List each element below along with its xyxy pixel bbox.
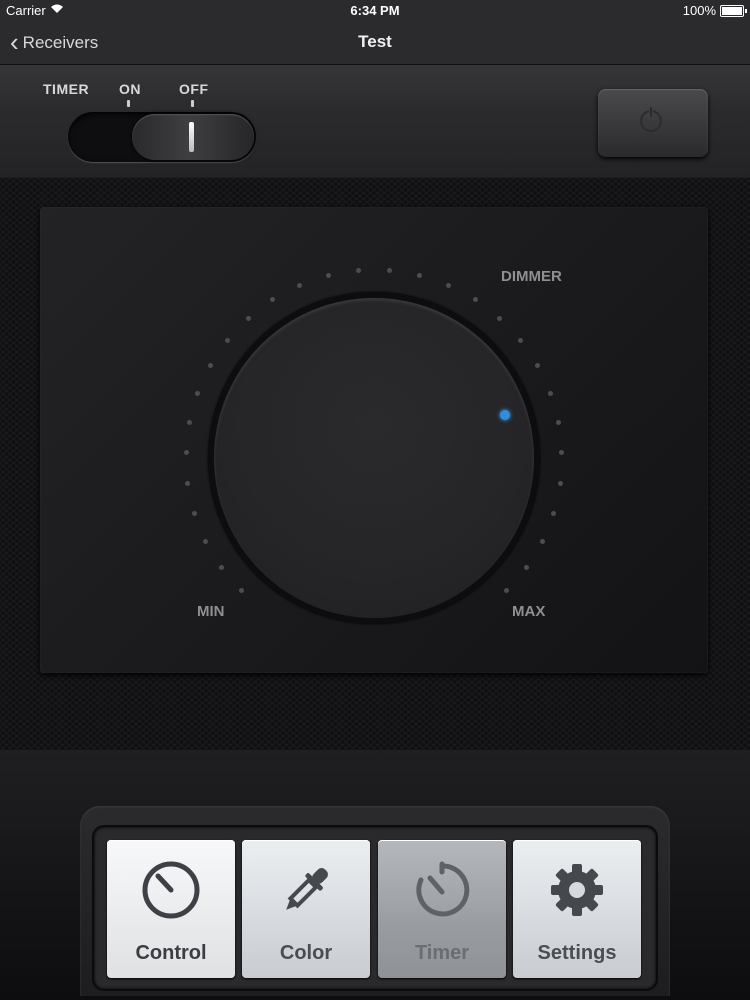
toggle-grip (189, 122, 194, 152)
power-icon (640, 107, 662, 132)
dimmer-indicator-led (500, 410, 510, 420)
dimmer-scale-dot (497, 315, 503, 321)
dimmer-scale-dot (297, 282, 303, 288)
timer-toggle-knob[interactable] (132, 114, 254, 160)
power-button[interactable] (598, 89, 708, 157)
dimmer-scale-dot (191, 510, 197, 516)
tab-color[interactable]: Color (242, 840, 370, 978)
clock: 6:34 PM (350, 3, 400, 18)
gauge-icon (142, 861, 200, 919)
tab-control[interactable]: Control (107, 840, 235, 978)
battery-icon (720, 5, 747, 17)
dimmer-scale-dot (557, 480, 563, 486)
tab-color-label: Color (279, 942, 333, 964)
dimmer-knob[interactable] (208, 292, 540, 624)
dimmer-scale-dot (224, 337, 230, 343)
dimmer-scale-dot (245, 315, 251, 321)
timer-toggle-switch[interactable] (68, 112, 256, 162)
page-title: Test (358, 32, 392, 51)
dimmer-scale-dot (472, 297, 478, 303)
battery-percent: 100% (682, 3, 716, 18)
dimmer-scale-dot (218, 565, 224, 571)
dimmer-knob-face[interactable] (214, 298, 534, 618)
dimmer-scale-dot (416, 273, 422, 279)
tab-control-label: Control (135, 942, 207, 964)
dimmer-scale-dot (539, 539, 545, 545)
dimmer-scale-dot (195, 390, 201, 396)
timer-label: TIMER (43, 81, 90, 97)
switch-off-label: OFF (179, 81, 209, 97)
tab-settings-label: Settings (537, 942, 617, 964)
dimmer-scale-dot (445, 282, 451, 288)
off-tick-mark (191, 100, 194, 107)
switch-on-label: ON (119, 81, 141, 97)
control-strip: TIMER ON OFF (0, 65, 750, 177)
gear-icon (551, 864, 603, 916)
eyedropper-icon (286, 868, 328, 910)
min-label: MIN (197, 603, 225, 620)
dimmer-scale-dot (386, 268, 392, 274)
timer-icon (416, 861, 470, 917)
tab-timer-label: Timer (414, 942, 470, 964)
navigation-bar: ‹ Receivers Test (0, 22, 750, 65)
tab-timer[interactable]: Timer (378, 840, 506, 978)
dimmer-scale-dot (186, 420, 192, 426)
dimmer-label: DIMMER (501, 268, 562, 285)
max-label: MAX (512, 603, 546, 620)
status-bar: Carrier 6:34 PM 100% (0, 0, 750, 22)
dimmer-scale-dot (518, 337, 524, 343)
dimmer-scale-dot (207, 362, 213, 368)
tab-settings[interactable]: Settings (513, 840, 641, 978)
dimmer-scale-dot (551, 510, 557, 516)
on-tick-mark (127, 100, 130, 107)
dimmer-scale-dot (547, 390, 553, 396)
